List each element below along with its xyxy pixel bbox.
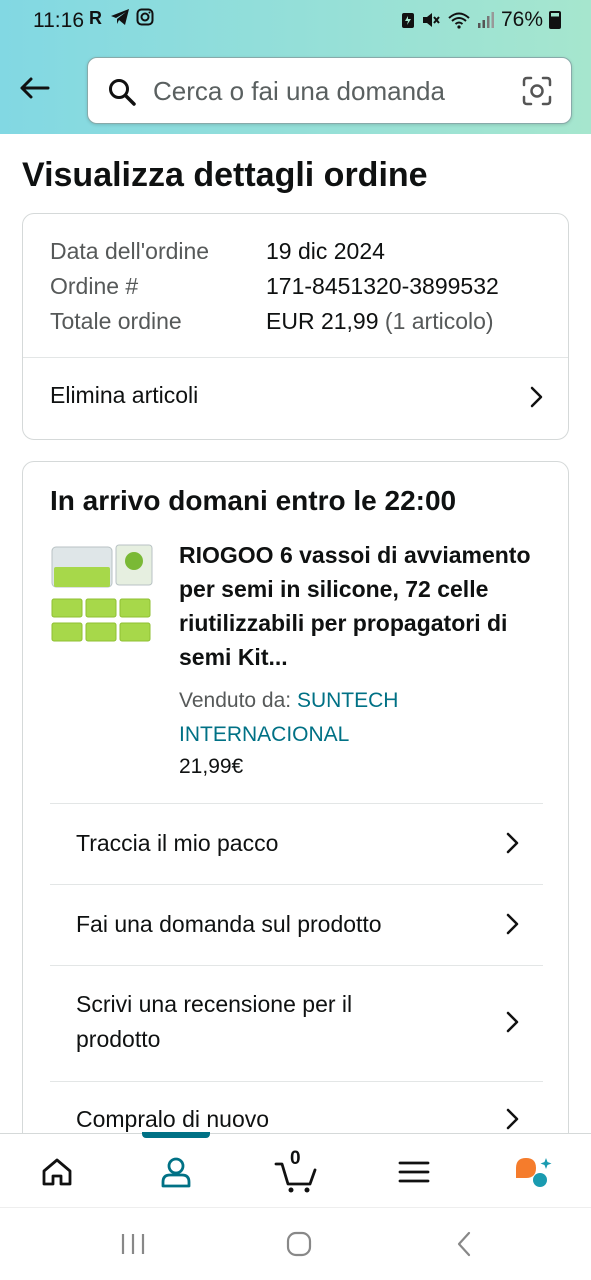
product-title[interactable]: RIOGOO 6 vassoi di avviamento per semi i… <box>179 538 549 674</box>
write-review-row[interactable]: Scrivi una recensione per il prodotto <box>50 966 543 1080</box>
app-header: 11:16 R 76% Cerca o fai una domanda <box>0 0 591 134</box>
chevron-right-icon <box>506 1108 519 1130</box>
nav-home[interactable] <box>35 1150 79 1194</box>
delete-items-row[interactable]: Elimina articoli <box>23 358 568 440</box>
nav-menu[interactable] <box>392 1150 436 1194</box>
battery-icon <box>549 11 561 29</box>
camera-scan-icon <box>522 76 552 106</box>
product-price: 21,99€ <box>179 755 244 778</box>
home-circle-icon <box>286 1231 312 1257</box>
nav-account[interactable] <box>154 1150 198 1194</box>
status-bar: 11:16 R 76% <box>0 0 591 44</box>
r-app-icon: R <box>89 8 102 26</box>
chevron-right-icon <box>506 832 519 854</box>
track-package-row[interactable]: Traccia il mio pacco <box>50 804 543 884</box>
search-placeholder: Cerca o fai una domanda <box>153 76 445 106</box>
delete-items-label: Elimina articoli <box>50 382 199 408</box>
home-icon <box>42 1158 72 1186</box>
chevron-right-icon <box>506 913 519 935</box>
telegram-icon <box>111 9 129 25</box>
search-icon <box>109 79 136 106</box>
order-item-count: (1 articolo) <box>384 308 494 334</box>
svg-text:R: R <box>89 8 102 26</box>
arrival-heading: In arrivo domani entro le 22:00 <box>50 485 457 516</box>
order-total-label: Totale ordine <box>50 308 182 334</box>
order-number-label: Ordine # <box>50 273 139 299</box>
order-date-label: Data dell'ordine <box>50 238 210 264</box>
nav-cart[interactable]: 0 <box>272 1148 320 1194</box>
order-total-amount: EUR 21,99 <box>266 308 379 334</box>
active-tab-indicator <box>142 1132 210 1138</box>
order-summary-card: Data dell'ordine 19 dic 2024 Ordine # 17… <box>22 213 569 440</box>
wifi-icon <box>448 12 470 29</box>
shipment-card: In arrivo domani entro le 22:00 RIOGOO 6… <box>22 461 569 1161</box>
write-review-label: Scrivi una recensione per il prodotto <box>76 991 353 1052</box>
order-date-value: 19 dic 2024 <box>266 238 385 264</box>
mute-icon <box>422 13 440 27</box>
signal-icon <box>477 12 494 28</box>
instagram-icon <box>136 8 154 26</box>
order-number-value: 171-8451320-3899532 <box>266 273 499 299</box>
seller-label: Venduto da: <box>179 689 292 712</box>
chevron-right-icon <box>506 1011 519 1033</box>
menu-icon <box>398 1161 430 1183</box>
chevron-right-icon <box>530 386 543 408</box>
home-button[interactable] <box>279 1228 319 1260</box>
cart-count: 0 <box>290 1148 301 1169</box>
recent-apps-button[interactable] <box>113 1228 153 1260</box>
product-image[interactable] <box>50 537 155 647</box>
search-bar[interactable]: Cerca o fai una domanda <box>87 57 572 124</box>
system-back-button[interactable] <box>444 1228 484 1260</box>
back-button[interactable] <box>16 70 52 106</box>
track-package-label: Traccia il mio pacco <box>76 830 279 856</box>
seller-info: Venduto da: SUNTECH INTERNACIONAL <box>179 684 479 752</box>
battery-saver-icon <box>401 13 414 28</box>
status-app-icons: R <box>88 8 154 26</box>
page-title: Visualizza dettagli ordine <box>22 156 428 194</box>
status-time: 11:16 <box>33 9 84 32</box>
rufus-assistant-icon <box>516 1158 552 1187</box>
back-arrow-icon <box>20 77 50 99</box>
system-nav-bar <box>0 1207 591 1280</box>
nav-rufus[interactable] <box>511 1150 555 1194</box>
ask-question-row[interactable]: Fai una domanda sul prodotto <box>50 885 543 965</box>
recent-apps-icon <box>121 1234 145 1254</box>
order-total-value: EUR 21,99 (1 articolo) <box>266 308 494 335</box>
bottom-nav: 0 <box>0 1132 591 1207</box>
system-back-icon <box>457 1231 471 1257</box>
account-icon <box>161 1157 191 1188</box>
ask-question-label: Fai una domanda sul prodotto <box>76 911 382 937</box>
status-right: 76% <box>401 8 561 32</box>
battery-percentage: 76% <box>500 8 543 31</box>
